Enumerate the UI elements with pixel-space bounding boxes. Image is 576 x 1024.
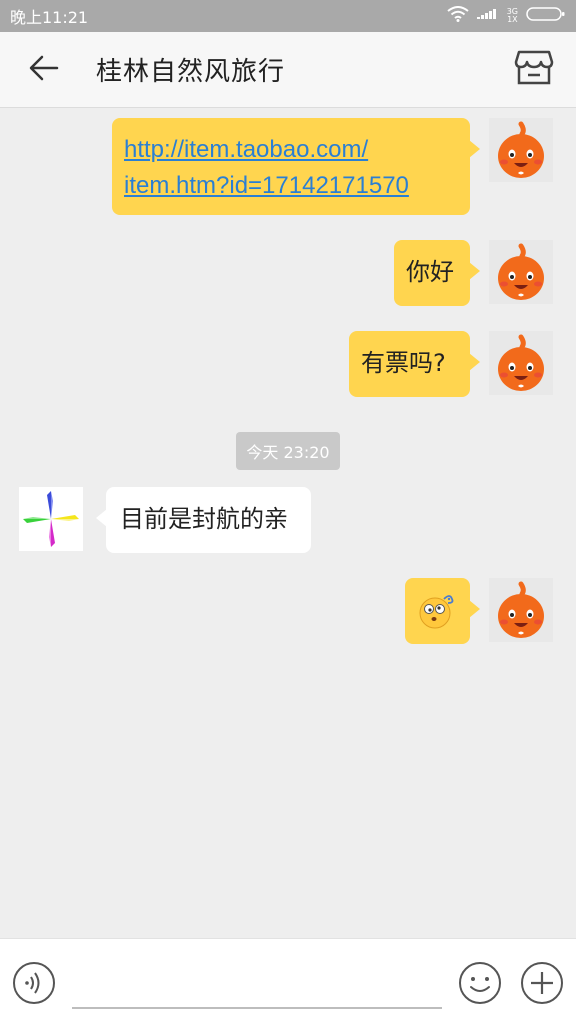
- voice-icon: [13, 962, 55, 1004]
- chat-header: 桂林自然风旅行: [0, 32, 576, 108]
- message-text: 你好: [406, 258, 454, 286]
- item-link-line-1[interactable]: http://item.taobao.com/: [124, 132, 458, 168]
- network-type: 3G 1X: [507, 8, 518, 24]
- user-avatar[interactable]: [489, 240, 553, 304]
- status-time: 晚上11:21: [10, 8, 89, 27]
- message-text: 目前是封航的亲: [120, 505, 288, 533]
- outgoing-emoji-bubble[interactable]: [405, 578, 480, 644]
- emoji-button[interactable]: [458, 961, 502, 1005]
- item-link-line-2[interactable]: item.htm?id=17142171570: [124, 168, 458, 204]
- wifi-icon: [447, 6, 469, 26]
- orange-mascot-icon: [498, 121, 544, 178]
- shop-avatar[interactable]: [19, 487, 83, 551]
- chat-title: 桂林自然风旅行: [96, 57, 286, 87]
- more-actions-button[interactable]: [520, 961, 564, 1005]
- arrow-left-icon: [29, 55, 59, 85]
- user-avatar[interactable]: [489, 118, 553, 182]
- network-bottom-label: 1X: [507, 15, 518, 24]
- pinwheel-logo-icon: [23, 491, 79, 547]
- back-button[interactable]: [18, 44, 70, 96]
- message-input[interactable]: [72, 961, 442, 1009]
- signal-icon: [476, 6, 499, 26]
- orange-mascot-icon: [498, 243, 544, 300]
- user-avatar[interactable]: [489, 578, 553, 642]
- status-icons: 3G 1X: [447, 6, 566, 26]
- timestamp-chip: 今天 23:20: [236, 432, 340, 470]
- shop-button[interactable]: [506, 42, 562, 98]
- outgoing-link-bubble[interactable]: http://item.taobao.com/ item.htm?id=1714…: [112, 118, 480, 215]
- message-text: 有票吗?: [361, 349, 446, 377]
- smiley-icon: [459, 962, 501, 1004]
- incoming-text-bubble[interactable]: 目前是封航的亲: [96, 487, 311, 553]
- outgoing-text-bubble[interactable]: 有票吗?: [349, 331, 480, 397]
- input-bar: [0, 938, 576, 1024]
- voice-button[interactable]: [12, 961, 56, 1005]
- orange-mascot-icon: [498, 581, 544, 638]
- plus-circle-icon: [521, 962, 563, 1004]
- status-bar: 晚上11:21 3G 1X: [0, 0, 576, 32]
- user-avatar[interactable]: [489, 331, 553, 395]
- outgoing-text-bubble[interactable]: 你好: [394, 240, 480, 306]
- battery-icon: [526, 6, 566, 26]
- orange-mascot-icon: [498, 334, 544, 391]
- dizzy-face-emoji: [419, 595, 454, 629]
- shop-icon: [514, 50, 554, 90]
